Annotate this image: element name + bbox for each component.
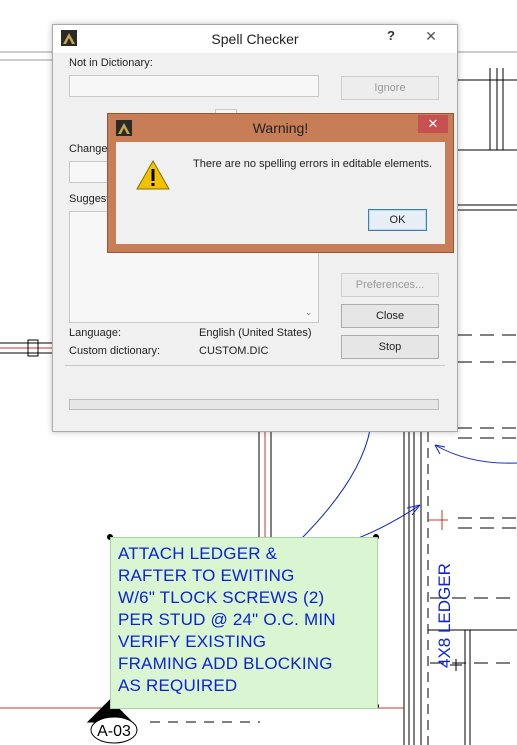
warning-icon xyxy=(136,159,170,195)
note-line: VERIFY EXISTING xyxy=(118,632,267,651)
language-label: Language: xyxy=(69,327,121,339)
custom-dictionary-value: CUSTOM.DIC xyxy=(199,345,269,357)
note-line: ATTACH LEDGER & xyxy=(118,544,278,563)
scroll-down-icon[interactable]: ⌄ xyxy=(305,307,313,318)
close-button[interactable]: Close xyxy=(341,304,439,328)
section-tag-label: A-03 xyxy=(97,723,131,740)
spell-checker-title: Spell Checker xyxy=(211,31,299,47)
spell-checker-titlebar[interactable]: Spell Checker ? ✕ xyxy=(53,25,457,53)
warning-dialog: Warning! ✕ There are no spelling errors … xyxy=(107,113,454,253)
help-button[interactable]: ? xyxy=(387,28,395,43)
ledger-label: 4X8 LEDGER xyxy=(435,563,454,668)
stop-button[interactable]: Stop xyxy=(341,335,439,359)
language-value: English (United States) xyxy=(199,327,312,339)
divider xyxy=(65,365,445,366)
suggestions-label: Suggest xyxy=(69,193,110,205)
not-in-dictionary-field[interactable] xyxy=(69,75,319,97)
not-in-dictionary-label: Not in Dictionary: xyxy=(69,57,153,69)
note-line: RAFTER TO EWITING xyxy=(118,566,295,585)
spell-checker-close-button[interactable]: ✕ xyxy=(409,26,453,46)
preferences-button[interactable]: Preferences... xyxy=(341,273,439,297)
warning-body: There are no spelling errors in editable… xyxy=(116,142,445,244)
warning-close-button[interactable]: ✕ xyxy=(418,115,448,133)
annotation-note[interactable]: ATTACH LEDGER & RAFTER TO EWITING W/6" T… xyxy=(110,537,378,709)
warning-title: Warning! xyxy=(252,120,309,136)
progress-bar xyxy=(69,399,439,410)
warning-message: There are no spelling errors in editable… xyxy=(193,158,433,170)
ignore-button[interactable]: Ignore xyxy=(341,76,439,100)
change-label: Change xyxy=(69,143,108,155)
note-line: AS REQUIRED xyxy=(118,676,238,695)
note-line: PER STUD @ 24" O.C. MIN xyxy=(118,610,336,629)
custom-dictionary-label: Custom dictionary: xyxy=(69,345,161,357)
note-line: FRAMING ADD BLOCKING xyxy=(118,654,333,673)
note-line: W/6" TLOCK SCREWS (2) xyxy=(118,588,325,607)
ok-button[interactable]: OK xyxy=(368,209,427,231)
